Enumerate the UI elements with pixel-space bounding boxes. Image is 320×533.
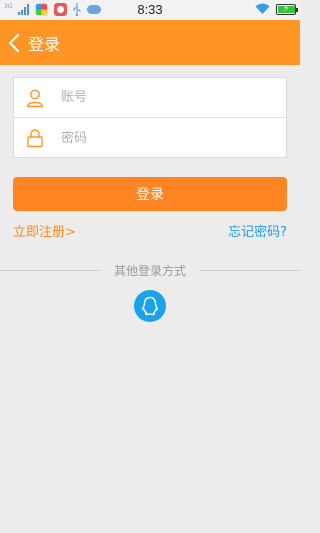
register-link[interactable]: 立即注册> — [13, 221, 76, 240]
page-title: 登录 — [28, 34, 61, 54]
login-button[interactable]: 登录 — [13, 177, 287, 211]
lock-icon — [27, 129, 43, 148]
qq-login-button[interactable] — [134, 290, 166, 322]
battery-icon: ⚡ — [276, 3, 298, 15]
forgot-password-link[interactable]: 忘记密码? — [228, 221, 287, 240]
wifi-icon — [255, 3, 270, 15]
qq-penguin-icon — [142, 296, 158, 316]
back-button[interactable] — [0, 20, 23, 65]
password-row — [14, 118, 286, 158]
status-bar: 3G 8:33 ⚡ — [0, 0, 300, 20]
app-header: 登录 — [0, 20, 300, 65]
status-bar-right: ⚡ — [255, 3, 298, 15]
password-input[interactable] — [61, 130, 261, 146]
account-input[interactable] — [61, 90, 261, 105]
divider-line-right — [200, 270, 300, 271]
account-row — [14, 78, 286, 118]
login-form — [13, 77, 287, 158]
chevron-left-icon — [8, 33, 20, 52]
user-icon — [26, 89, 44, 107]
other-login-divider: 其他登录方式 — [0, 262, 300, 278]
